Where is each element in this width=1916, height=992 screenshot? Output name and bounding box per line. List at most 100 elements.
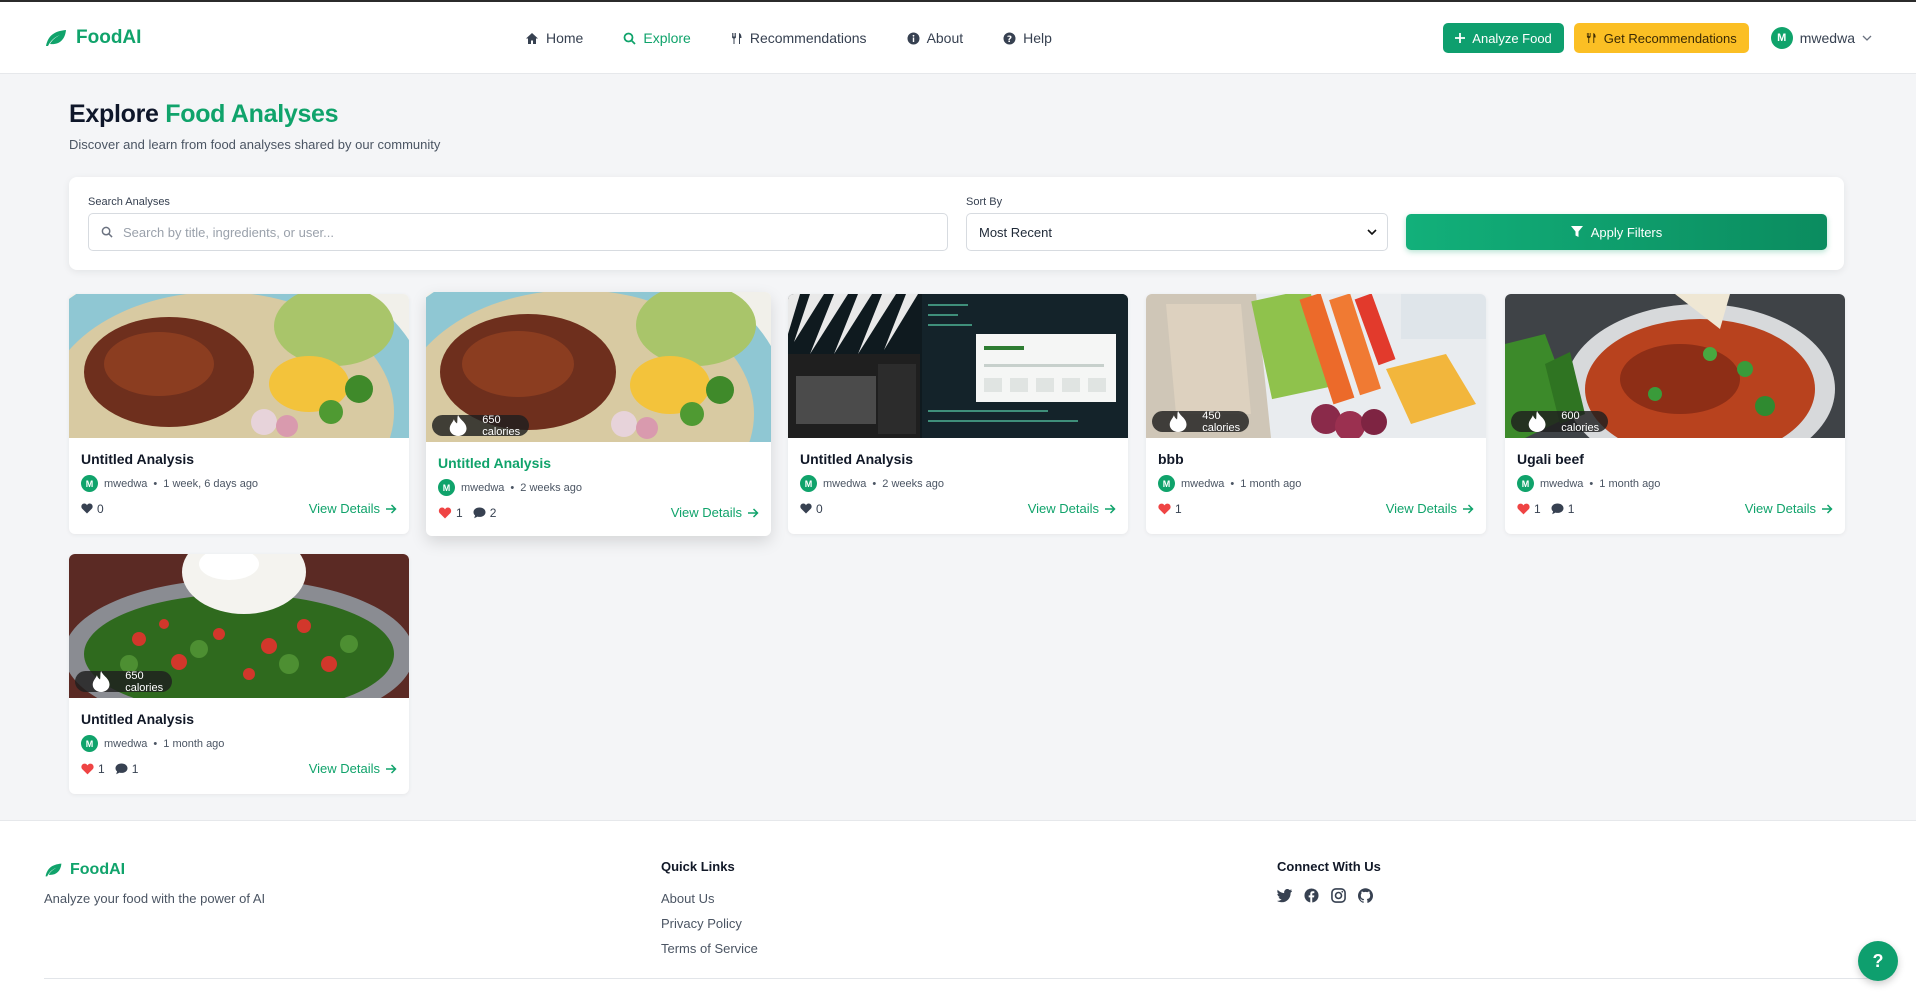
footer-divider: [44, 978, 1872, 979]
arrow-right-icon: [1463, 503, 1474, 514]
footer-brand[interactable]: FoodAI: [44, 861, 265, 879]
page-title-accent: Food Analyses: [165, 100, 339, 128]
view-details-label: View Details: [308, 761, 380, 776]
footer-brand-col: FoodAI Analyze your food with the power …: [44, 861, 265, 906]
user-menu[interactable]: M mwedwa: [1770, 27, 1872, 49]
heart-icon: [81, 763, 94, 774]
heart-icon: [1517, 503, 1530, 514]
like-count[interactable]: 1: [81, 762, 105, 776]
flame-icon: [1169, 411, 1187, 432]
comment-count-value: 1: [131, 761, 139, 776]
nav-explore[interactable]: Explore: [623, 30, 691, 46]
footer-link-terms[interactable]: Terms of Service: [661, 941, 758, 956]
twitter-icon[interactable]: [1277, 888, 1292, 903]
instagram-icon[interactable]: [1331, 888, 1346, 903]
utensils-icon: [731, 32, 742, 44]
avatar: M: [1158, 475, 1175, 492]
leaf-icon: [46, 29, 66, 46]
card-meta: M mwedwa • 1 week, 6 days ago: [81, 475, 397, 492]
view-details-link[interactable]: View Details: [1386, 501, 1474, 516]
calorie-badge: 650 calories: [75, 670, 173, 694]
calorie-value: 600 calories: [1561, 409, 1600, 434]
like-count[interactable]: 1: [438, 506, 463, 520]
like-count[interactable]: 0: [800, 502, 823, 516]
card-title[interactable]: Ugali beef: [1517, 451, 1833, 467]
get-recommendations-label: Get Recommendations: [1603, 30, 1737, 46]
filter-panel: Search Analyses Sort By Most Recent Appl…: [69, 177, 1844, 270]
heart-icon: [438, 507, 452, 518]
card-user: mwedwa: [1181, 477, 1225, 490]
avatar: M: [438, 479, 455, 496]
brand-name: FoodAI: [76, 26, 142, 48]
stew-image: 600 calories: [1505, 294, 1845, 438]
facebook-icon[interactable]: [1304, 888, 1319, 903]
bowl-image: [69, 294, 409, 438]
view-details-link[interactable]: View Details: [671, 505, 759, 520]
analysis-card[interactable]: 650 calories Untitled Analysis M mwedwa …: [69, 554, 409, 794]
like-count-value: 0: [816, 501, 823, 516]
get-recommendations-button[interactable]: Get Recommendations: [1573, 23, 1749, 53]
calorie-value: 450 calories: [1202, 409, 1241, 434]
card-user: mwedwa: [461, 481, 505, 494]
analysis-card[interactable]: 650 calories Untitled Analysis M mwedwa …: [426, 292, 771, 536]
search-input[interactable]: [123, 224, 923, 240]
like-count-value: 1: [456, 505, 463, 520]
analysis-card[interactable]: 450 calories bbb M mwedwa • 1 month ago …: [1146, 294, 1486, 534]
card-time: 1 month ago: [1240, 477, 1302, 490]
card-title[interactable]: Untitled Analysis: [81, 711, 397, 727]
screenshot-image: [788, 294, 1128, 438]
card-title[interactable]: Untitled Analysis: [81, 451, 397, 467]
like-count[interactable]: 0: [81, 502, 104, 516]
card-meta: M mwedwa • 1 month ago: [81, 735, 397, 752]
brand-logo[interactable]: FoodAI: [44, 27, 141, 49]
footer-quick-links: Quick Links About Us Privacy Policy Term…: [661, 859, 758, 956]
nav-help[interactable]: ? Help: [1003, 30, 1052, 46]
social-links: [1277, 888, 1381, 903]
view-details-link[interactable]: View Details: [1745, 501, 1833, 516]
comment-count[interactable]: 2: [473, 506, 496, 520]
footer-link-privacy[interactable]: Privacy Policy: [661, 916, 758, 931]
flame-icon: [449, 415, 467, 436]
sort-value: Most Recent: [979, 224, 1052, 240]
sort-select[interactable]: Most Recent: [966, 213, 1388, 251]
nav-actions: Analyze Food Get Recommendations M mwedw…: [1443, 2, 1872, 74]
arrow-right-icon: [386, 503, 397, 514]
help-fab-button[interactable]: ?: [1858, 941, 1898, 981]
meta-dot: •: [1230, 477, 1235, 490]
analysis-card[interactable]: Untitled Analysis M mwedwa • 1 week, 6 d…: [69, 294, 409, 534]
flame-icon: [1528, 411, 1546, 432]
page-title: Explore Food Analyses: [69, 100, 440, 129]
card-meta: M mwedwa • 1 month ago: [1517, 475, 1833, 492]
like-count[interactable]: 1: [1158, 502, 1182, 516]
home-icon: [526, 32, 538, 44]
footer-link-about[interactable]: About Us: [661, 891, 758, 906]
card-meta: M mwedwa • 2 weeks ago: [800, 475, 1116, 492]
card-title[interactable]: Untitled Analysis: [438, 455, 759, 471]
apply-filters-button[interactable]: Apply Filters: [1406, 214, 1827, 250]
comment-count[interactable]: 1: [1551, 502, 1574, 516]
view-details-link[interactable]: View Details: [1028, 501, 1116, 516]
nav-recommendations[interactable]: Recommendations: [731, 30, 867, 46]
view-details-link[interactable]: View Details: [309, 761, 397, 776]
view-details-link[interactable]: View Details: [309, 501, 397, 516]
card-title[interactable]: Untitled Analysis: [800, 451, 1116, 467]
like-count[interactable]: 1: [1517, 502, 1541, 516]
search-box[interactable]: [88, 213, 948, 251]
analyze-food-button[interactable]: Analyze Food: [1443, 23, 1564, 53]
avatar: M: [1770, 27, 1793, 49]
github-icon[interactable]: [1358, 888, 1373, 903]
like-count-value: 1: [1534, 501, 1541, 516]
svg-text:?: ?: [1007, 35, 1012, 45]
comment-count[interactable]: 1: [115, 761, 139, 776]
bowl-image: 650 calories: [426, 292, 771, 442]
nav-about-label: About: [926, 30, 964, 46]
analysis-card[interactable]: 600 calories Ugali beef M mwedwa • 1 mon…: [1505, 294, 1845, 534]
nav-home[interactable]: Home: [525, 30, 583, 46]
nav-about[interactable]: About: [907, 30, 964, 46]
page-title-plain: Explore: [69, 100, 159, 128]
footer-tagline: Analyze your food with the power of AI: [44, 891, 266, 906]
card-time: 1 week, 6 days ago: [163, 477, 259, 490]
analysis-card[interactable]: Untitled Analysis M mwedwa • 2 weeks ago…: [788, 294, 1128, 534]
card-title[interactable]: bbb: [1158, 451, 1474, 467]
avatar: M: [1517, 475, 1534, 492]
